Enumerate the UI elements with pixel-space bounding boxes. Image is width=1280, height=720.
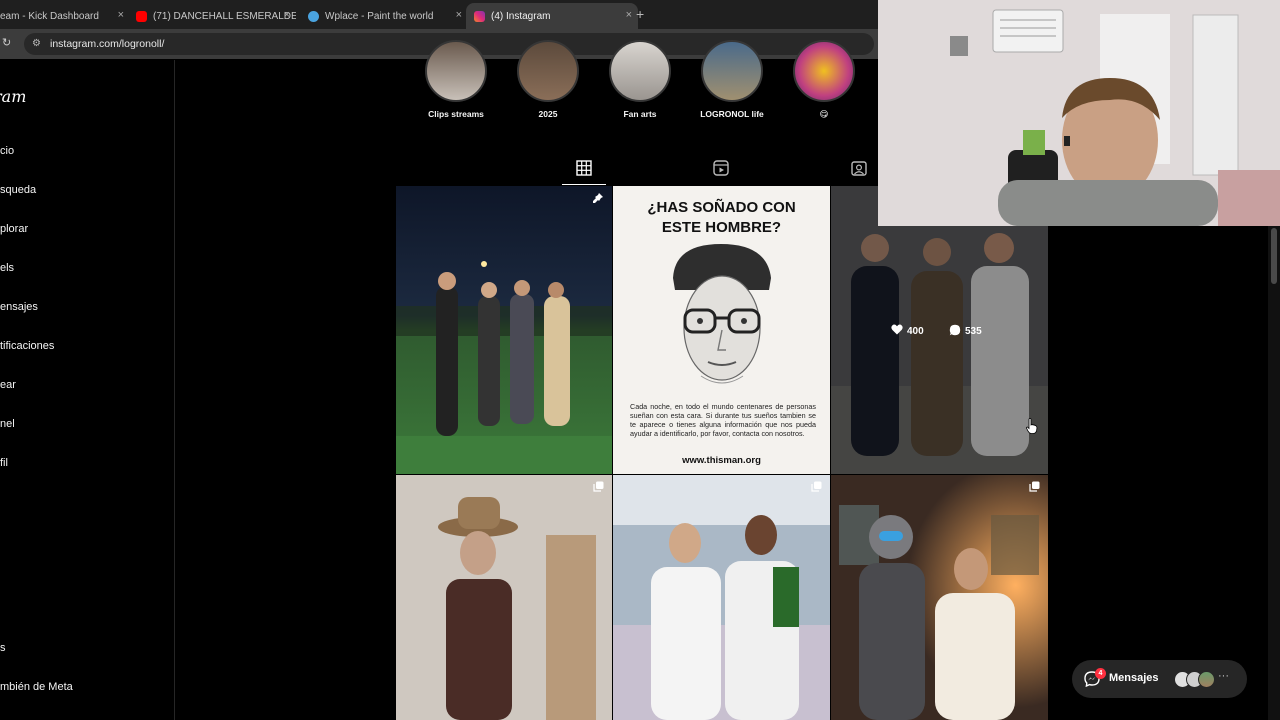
tab-kick-dashboard[interactable]: eam - Kick Dashboard × [0,3,130,29]
sidebar-item-explorar[interactable]: plorar [0,223,28,235]
highlight-cover [425,40,487,102]
highlight-label: 😋 [819,109,829,119]
messages-button[interactable]: 4 Mensajes ··· [1072,660,1247,698]
post-image [613,475,830,720]
likes-count: 400 [891,324,924,338]
tab-title: (71) DANCEHALL ESMERALDEÑ [153,10,296,22]
url-text: instagram.com/logronoll/ [50,38,165,50]
hover-overlay [831,186,1048,474]
instagram-sidebar: ram cio squeda plorar els ensajes tifica… [0,60,175,720]
highlight-2025[interactable]: 2025 [516,40,580,119]
highlight-label: Fan arts [623,109,657,119]
sidebar-item-tambien-de-meta[interactable]: mbién de Meta [0,681,73,693]
tab-title: Wplace - Paint the world [325,10,434,22]
highlight-fan-arts[interactable]: Fan arts [608,40,672,119]
sidebar-item-perfil[interactable]: fil [0,457,8,469]
poster-title-line: ¿HAS SOÑADO CON [647,199,796,216]
sidebar-item-panel[interactable]: nel [0,418,15,430]
webcam-overlay [878,0,1280,226]
post-image [396,475,612,720]
poster-body-text: Cada noche, en todo el mundo centenares … [630,402,816,438]
comments-value: 535 [965,326,982,337]
post-football-field[interactable] [396,186,612,474]
highlight-cover [793,40,855,102]
likes-value: 400 [907,325,924,337]
instagram-logo[interactable]: ram [0,87,26,106]
poster-url: www.thisman.org [682,455,761,466]
avatar [1198,671,1215,688]
tab-title: (4) Instagram [491,10,551,22]
poster-title-line: ESTE HOMBRE? [661,219,782,236]
messages-label: Mensajes [1109,672,1159,684]
highlight-cover [701,40,763,102]
tab-title: eam - Kick Dashboard [0,10,99,22]
highlight-cover [609,40,671,102]
tab-instagram[interactable]: (4) Instagram × [466,3,638,29]
post-image [396,186,612,474]
highlight-label: Clips streams [428,109,484,119]
reels-icon[interactable] [713,160,729,179]
sidebar-item-crear[interactable]: ear [0,379,16,391]
sidebar-item-reels[interactable]: els [0,262,14,274]
tab-youtube-dancehall[interactable]: (71) DANCEHALL ESMERALDEÑ × [136,3,296,29]
highlight-clips-streams[interactable]: Clips streams [424,40,488,119]
close-icon[interactable]: × [118,9,124,21]
close-icon[interactable]: × [284,9,290,21]
comment-icon [949,324,961,339]
sidebar-item-inicio[interactable]: cio [0,145,14,157]
sidebar-item-notificaciones[interactable]: tificaciones [0,340,54,352]
sketch-face-image [673,244,771,384]
tagged-icon[interactable] [851,160,867,179]
post-thisman-poster[interactable]: ¿HAS SOÑADO CON ESTE HOMBRE? Cada noche,… [613,186,830,474]
page-scrollbar-thumb[interactable] [1271,228,1277,284]
pin-icon [592,192,604,207]
grid-icon[interactable] [576,160,592,179]
more-icon: ··· [1218,670,1229,682]
post-stadium[interactable] [613,475,830,720]
post-robot[interactable] [831,475,1048,720]
sidebar-item-mas[interactable]: s [0,642,6,654]
highlight-label: 2025 [538,109,558,119]
profile-tabs [396,152,878,186]
carousel-icon [593,481,604,495]
sidebar-item-busqueda[interactable]: squeda [0,184,36,196]
new-tab-button[interactable]: + [636,6,644,22]
page-scrollbar-track[interactable] [1268,226,1280,720]
highlight-label: LOGRONOL life [700,109,764,119]
highlight-emoji[interactable]: 😋 [792,40,856,120]
highlight-logronol-life[interactable]: LOGRONOL life [700,40,764,119]
youtube-icon [136,10,147,22]
cursor-hand-icon [1026,418,1038,439]
wplace-icon [308,10,319,22]
close-icon[interactable]: × [456,9,462,21]
comments-count: 535 [949,324,982,339]
tab-wplace[interactable]: Wplace - Paint the world × [302,3,468,29]
close-icon[interactable]: × [626,9,632,21]
site-settings-icon[interactable]: ⚙ [32,38,41,49]
poster-title: ¿HAS SOÑADO CON ESTE HOMBRE? [613,198,830,238]
webcam-image [878,0,1280,226]
post-cowboy[interactable] [396,475,612,720]
sidebar-item-mensajes[interactable]: ensajes [0,301,38,313]
browser-tab-bar: eam - Kick Dashboard × (71) DANCEHALL ES… [0,0,880,29]
heart-icon [891,324,903,338]
carousel-icon [811,481,822,495]
post-image [831,475,1048,720]
unread-badge: 4 [1095,668,1106,679]
instagram-icon [474,10,485,22]
reload-icon[interactable]: ↻ [2,36,11,49]
post-three-friends[interactable] [831,186,1048,474]
active-tab-indicator [562,184,606,185]
carousel-icon [1029,481,1040,495]
highlight-cover [517,40,579,102]
